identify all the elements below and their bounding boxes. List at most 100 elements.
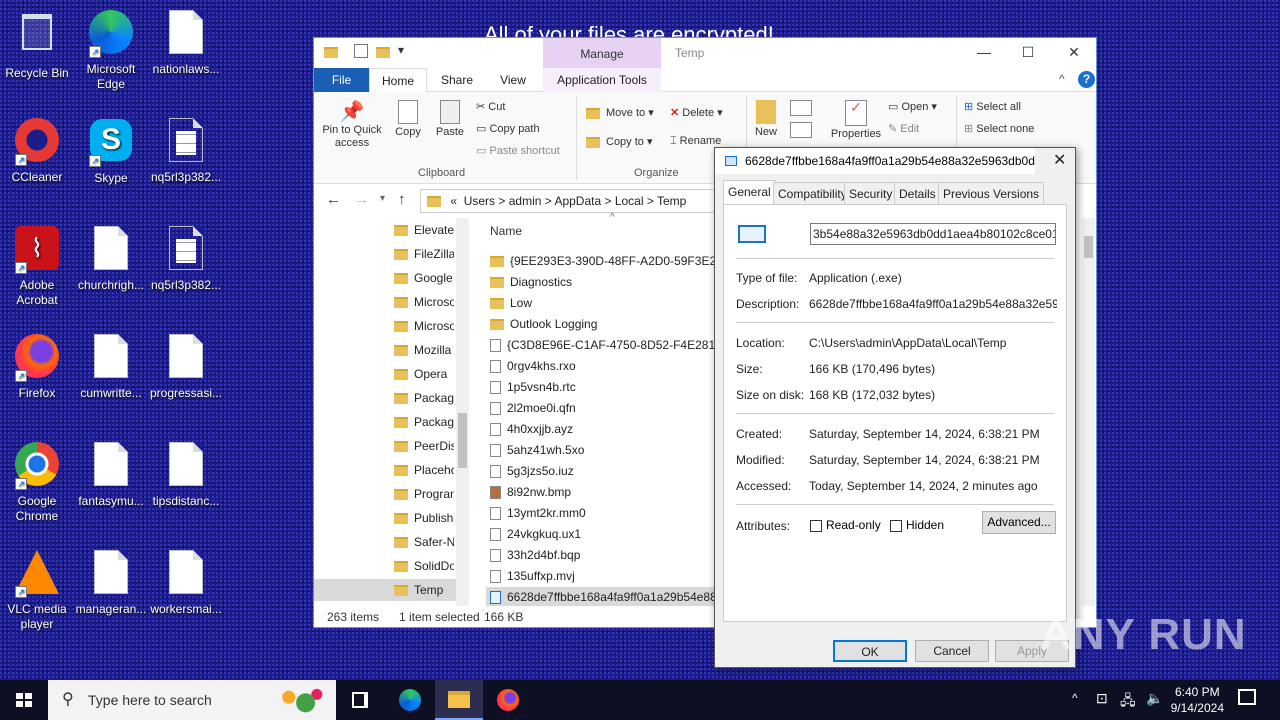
file-list-item[interactable]: 0rgv4khs.rxo	[490, 356, 576, 377]
desktop-icon-recycle-bin[interactable]: Recycle Bin	[0, 8, 74, 81]
notification-icon[interactable]	[1238, 689, 1256, 705]
tab-home[interactable]: Home	[369, 68, 427, 93]
tab-application-tools[interactable]: Application Tools	[543, 68, 661, 92]
file-list-item[interactable]: 13ymt2kr.mm0	[490, 503, 586, 524]
network-icon[interactable]: 🖧	[1120, 690, 1136, 714]
nav-scrollbar[interactable]	[456, 218, 469, 606]
nav-item[interactable]: Publish	[394, 507, 454, 529]
open-button[interactable]: ▭ Open ▾	[888, 100, 937, 113]
desktop-icon-document[interactable]: progressasi...	[149, 332, 223, 401]
desktop-icon-chrome[interactable]: ↗ Google Chrome	[0, 440, 74, 524]
tab-security[interactable]: Security	[844, 182, 898, 204]
volume-icon[interactable]: 🔈	[1146, 690, 1163, 707]
collapse-ribbon-icon[interactable]: ^	[1059, 72, 1065, 86]
cut-button[interactable]: ✂ Cut	[476, 100, 505, 113]
clock[interactable]: 6:40 PM 9/14/2024	[1171, 684, 1224, 716]
address-input[interactable]: « Users > admin > AppData > Local > Temp	[420, 189, 720, 213]
taskbar-explorer[interactable]	[435, 680, 483, 720]
nav-item[interactable]: Packag	[394, 411, 454, 433]
nav-item[interactable]: Microso	[394, 315, 454, 337]
paste-button[interactable]: Paste	[430, 100, 470, 139]
tab-file[interactable]: File	[314, 68, 369, 92]
nav-item[interactable]: Mozilla	[394, 339, 454, 361]
file-list-item[interactable]: 33h2d4bf.bqp	[490, 545, 580, 566]
properties-quick-icon[interactable]	[354, 44, 368, 58]
file-list-item[interactable]: 5ahz41wh.5xo	[490, 440, 584, 461]
new-item-icon[interactable]	[790, 100, 812, 116]
advanced-button[interactable]: Advanced...	[982, 511, 1056, 534]
copy-to-button[interactable]: Copy to ▾	[586, 135, 653, 148]
desktop-icon-adobe-acrobat[interactable]: ⌇ ↗ Adobe Acrobat	[0, 224, 74, 308]
copy-path-button[interactable]: ▭ Copy path	[476, 122, 540, 135]
nav-item[interactable]: Safer-N	[394, 531, 454, 553]
breadcrumb-local[interactable]: Local	[615, 194, 644, 208]
file-list-item[interactable]: Diagnostics	[490, 272, 572, 293]
nav-item[interactable]: PeerDis	[394, 435, 454, 457]
copy-button[interactable]: Copy	[388, 100, 428, 139]
desktop-icon-document[interactable]: fantasymu...	[74, 440, 148, 509]
desktop-icon-ccleaner[interactable]: ↗ CCleaner	[0, 116, 74, 185]
breadcrumb-temp[interactable]: Temp	[657, 194, 686, 208]
desktop-icon-document[interactable]: workersmai...	[149, 548, 223, 617]
dialog-close-icon[interactable]: ✕	[1053, 150, 1066, 170]
file-list-item[interactable]: 4h0xxjjb.ayz	[490, 419, 573, 440]
filename-input[interactable]: 3b54e88a32e5963db0dd1aea4b80102c8ce01.ex…	[810, 223, 1056, 245]
move-to-button[interactable]: Move to ▾	[586, 106, 654, 119]
file-list-item[interactable]: 1p5vsn4b.rtc	[490, 377, 576, 398]
nav-item[interactable]: Temp	[314, 579, 456, 601]
nav-item[interactable]: Program	[394, 483, 454, 505]
file-list-item[interactable]: 8i92nw.bmp	[490, 482, 571, 503]
search-box[interactable]: ⚲ Type here to search	[48, 680, 336, 720]
desktop-icon-document[interactable]: tipsdistanc...	[149, 440, 223, 509]
nav-item[interactable]: FileZilla	[394, 243, 454, 265]
desktop-icon-vlc[interactable]: ↗ VLC media player	[0, 548, 74, 632]
desktop-icon-document[interactable]: nq5rl3p382...	[149, 116, 223, 185]
show-hidden-icons[interactable]: ^	[1072, 691, 1078, 705]
nav-item[interactable]: Packag	[394, 387, 454, 409]
file-list-item[interactable]: Low	[490, 293, 532, 314]
nav-item[interactable]: Elevate	[394, 219, 454, 241]
up-icon[interactable]: ↑	[398, 191, 406, 208]
tab-previous-versions[interactable]: Previous Versions	[938, 182, 1045, 204]
close-icon[interactable]: ✕	[1064, 44, 1084, 61]
forward-icon[interactable]: →	[354, 191, 369, 208]
desktop-icon-skype[interactable]: S ↗ Skype	[74, 116, 148, 186]
explorer-titlebar[interactable]: ▾ Manage Temp — ☐ ✕	[314, 38, 1096, 70]
tab-general[interactable]: General	[723, 180, 776, 204]
select-none-button[interactable]: ⊞ Select none	[964, 122, 1034, 135]
breadcrumb-appdata[interactable]: AppData	[554, 194, 601, 208]
desktop-icon-firefox[interactable]: ↗ Firefox	[0, 332, 74, 401]
file-scrollbar[interactable]	[1082, 218, 1095, 606]
start-button[interactable]	[0, 680, 48, 720]
ok-button[interactable]: OK	[833, 640, 907, 662]
new-folder-button[interactable]: New	[752, 100, 780, 139]
desktop-icon-document[interactable]: nationlaws...	[149, 8, 223, 77]
nav-item[interactable]: Microso	[394, 291, 454, 313]
readonly-checkbox[interactable]: Read-only	[810, 518, 881, 532]
easy-access-icon[interactable]	[790, 122, 812, 138]
desktop-icon-edge[interactable]: ↗ Microsoft Edge	[74, 8, 148, 92]
cancel-button[interactable]: Cancel	[915, 640, 989, 662]
dialog-titlebar[interactable]: 6628de7ffbbe168a4fa9ff0a1a29b54e88a32e59…	[715, 148, 1035, 174]
file-list-item[interactable]: Outlook Logging	[490, 314, 597, 335]
tab-share[interactable]: Share	[434, 68, 480, 92]
file-list-item[interactable]: 2l2moe0i.qfn	[490, 398, 576, 419]
back-icon[interactable]: ←	[326, 191, 341, 208]
desktop-icon-document[interactable]: nq5rl3p382...	[149, 224, 223, 293]
file-list-item[interactable]: {9EE293E3-390D-48FF-A2D0-59F3E2EC8	[490, 251, 716, 272]
customize-toolbar-icon[interactable]: ▾	[398, 43, 404, 57]
edit-button[interactable]: ✎ Edit	[888, 122, 919, 135]
breadcrumb-users[interactable]: Users	[464, 194, 495, 208]
taskbar-edge[interactable]	[386, 680, 434, 720]
desktop-icon-document[interactable]: cumwritte...	[74, 332, 148, 401]
file-list-item[interactable]: 24vkgkuq.ux1	[490, 524, 581, 545]
desktop-icon-document[interactable]: churchrigh...	[74, 224, 148, 293]
tab-details[interactable]: Details	[894, 182, 941, 204]
new-folder-quick-icon[interactable]	[376, 45, 396, 59]
properties-button[interactable]: ✓ Properties	[828, 100, 884, 141]
task-view-button[interactable]	[336, 680, 384, 720]
nav-item[interactable]: Placeho	[394, 459, 454, 481]
paste-shortcut-button[interactable]: ▭ Paste shortcut	[476, 144, 560, 157]
tab-compatibility[interactable]: Compatibility	[773, 182, 852, 204]
nav-item[interactable]: Google	[394, 267, 454, 289]
